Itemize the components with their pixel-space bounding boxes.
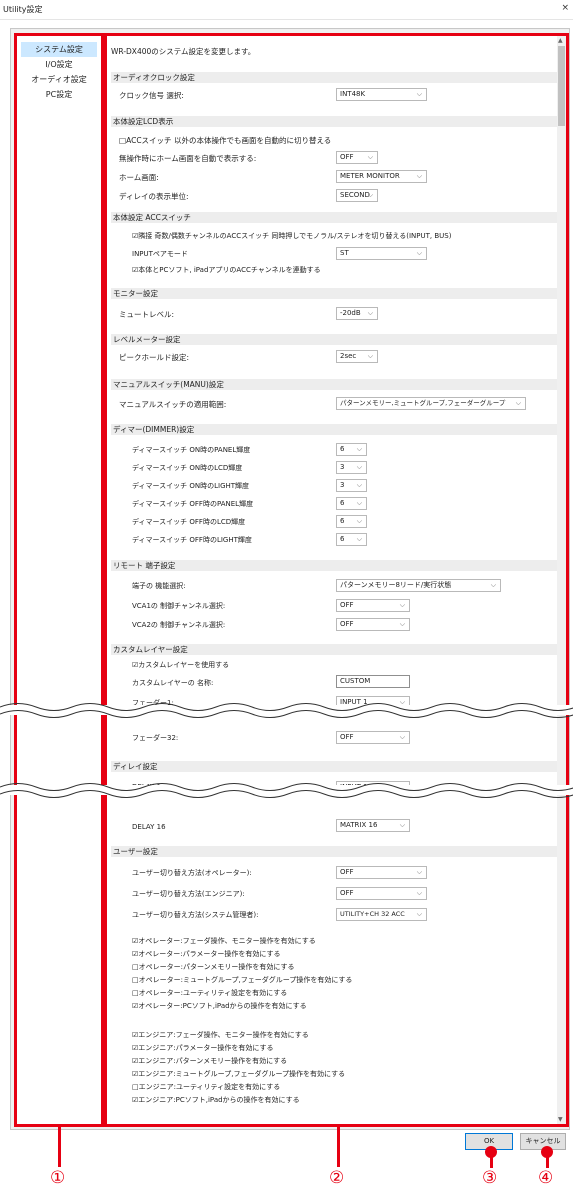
callout-line [337, 1127, 340, 1167]
close-icon[interactable]: × [561, 3, 569, 13]
title-bar: Utility設定 × [0, 0, 573, 20]
callout-frame-sidebar [14, 33, 104, 1127]
break-wave-icon [0, 783, 573, 798]
callout-number: ① [50, 1168, 66, 1188]
callout-line [490, 1156, 493, 1168]
callout-line [58, 1127, 61, 1167]
callout-number: ② [329, 1168, 345, 1188]
window-title: Utility設定 [3, 5, 43, 14]
callout-number: ④ [538, 1168, 554, 1188]
callout-line [546, 1156, 549, 1168]
callout-frame-content [104, 33, 569, 1127]
break-wave-icon [0, 703, 573, 718]
callout-number: ③ [482, 1168, 498, 1188]
